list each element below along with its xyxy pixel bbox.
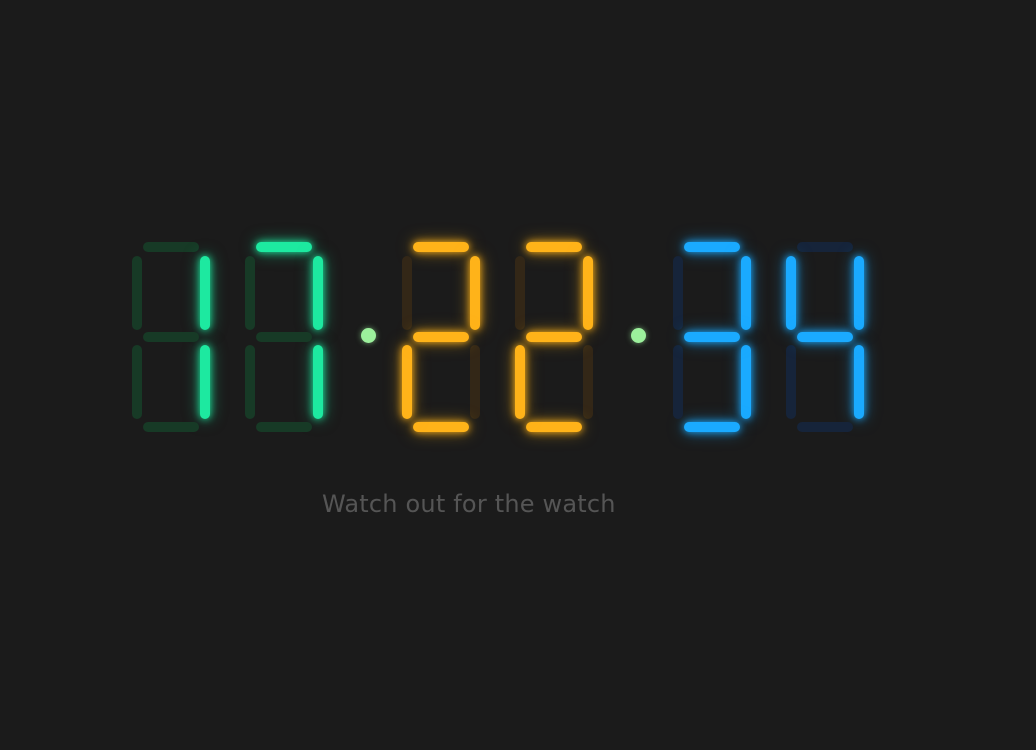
segment-middle-lit: [684, 332, 740, 342]
segment-lower-right-lit: [313, 345, 323, 419]
segment-middle-unlit: [256, 332, 312, 342]
segment-upper-right-lit: [854, 256, 864, 330]
segment-middle-unlit: [143, 332, 199, 342]
segment-lower-left-unlit: [786, 345, 796, 419]
segment-middle-lit: [797, 332, 853, 342]
segment-top-lit: [526, 242, 582, 252]
hours-ones-digit: [243, 240, 325, 434]
segment-lower-right-lit: [741, 345, 751, 419]
segment-bottom-lit: [413, 422, 469, 432]
segment-upper-right-lit: [583, 256, 593, 330]
separator-dot-1: [361, 328, 376, 343]
segment-lower-left-unlit: [673, 345, 683, 419]
segment-lower-left-lit: [402, 345, 412, 419]
segment-bottom-unlit: [797, 422, 853, 432]
segment-upper-right-lit: [200, 256, 210, 330]
seconds-ones-digit: [784, 240, 866, 434]
segment-upper-left-unlit: [132, 256, 142, 330]
segment-top-lit: [684, 242, 740, 252]
segment-top-unlit: [143, 242, 199, 252]
minutes-ones-digit: [513, 240, 595, 434]
tagline: Watch out for the watch: [322, 490, 616, 518]
segment-lower-right-lit: [854, 345, 864, 419]
digital-clock: [0, 0, 1036, 750]
segment-upper-right-lit: [313, 256, 323, 330]
segment-upper-left-unlit: [515, 256, 525, 330]
segment-upper-right-lit: [741, 256, 751, 330]
separator-dot-2: [631, 328, 646, 343]
minutes-tens-digit: [400, 240, 482, 434]
segment-middle-lit: [413, 332, 469, 342]
segment-upper-left-lit: [786, 256, 796, 330]
segment-top-unlit: [797, 242, 853, 252]
segment-lower-left-lit: [515, 345, 525, 419]
segment-lower-left-unlit: [245, 345, 255, 419]
segment-upper-left-unlit: [402, 256, 412, 330]
segment-top-lit: [413, 242, 469, 252]
segment-bottom-lit: [526, 422, 582, 432]
segment-lower-right-unlit: [470, 345, 480, 419]
segment-lower-left-unlit: [132, 345, 142, 419]
segment-bottom-unlit: [143, 422, 199, 432]
segment-middle-lit: [526, 332, 582, 342]
segment-lower-right-lit: [200, 345, 210, 419]
segment-upper-left-unlit: [245, 256, 255, 330]
segment-bottom-lit: [684, 422, 740, 432]
segment-upper-left-unlit: [673, 256, 683, 330]
seconds-tens-digit: [671, 240, 753, 434]
hours-tens-digit: [130, 240, 212, 434]
segment-lower-right-unlit: [583, 345, 593, 419]
segment-upper-right-lit: [470, 256, 480, 330]
segment-top-lit: [256, 242, 312, 252]
segment-bottom-unlit: [256, 422, 312, 432]
